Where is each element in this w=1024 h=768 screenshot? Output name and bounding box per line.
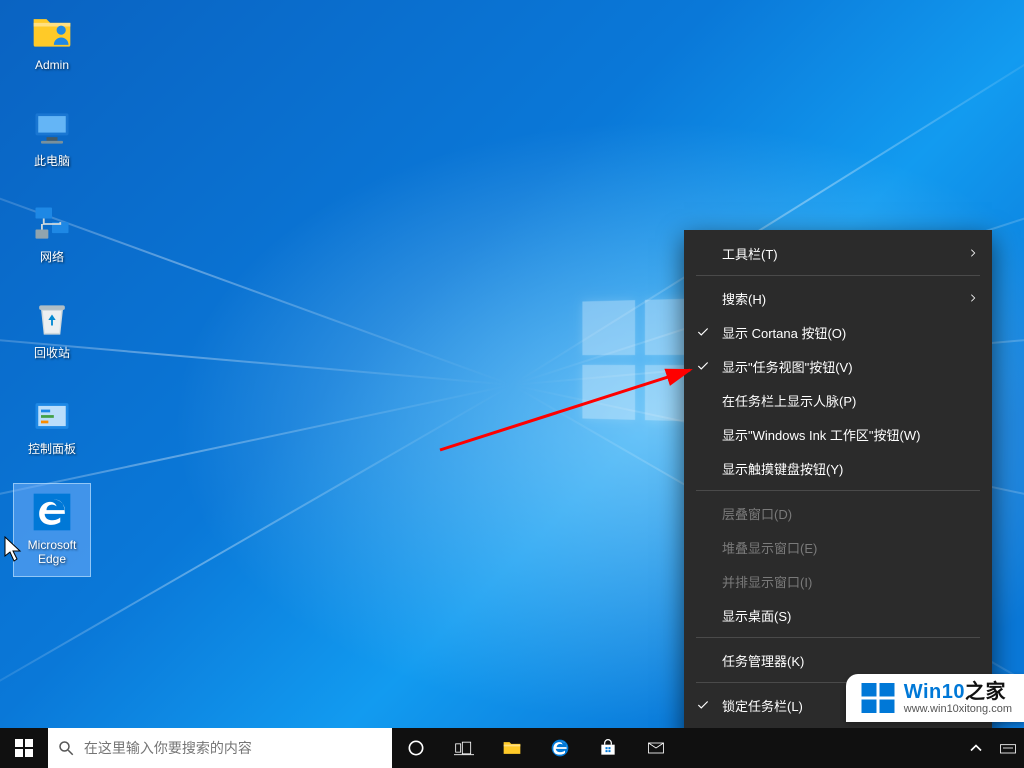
chevron-up-icon (966, 738, 986, 758)
menu-item-label: 任务管理器(K) (722, 651, 804, 670)
desktop-icon-recycle-bin[interactable]: 回收站 (14, 292, 90, 384)
menu-item-toolbars[interactable]: 工具栏(T) (684, 236, 992, 270)
menu-item-label: 显示"Windows Ink 工作区"按钮(W) (722, 425, 920, 444)
menu-item-label: 显示 Cortana 按钮(O) (722, 323, 846, 342)
tray-input-indicator[interactable] (992, 728, 1024, 768)
menu-separator (696, 275, 980, 276)
menu-item-show-touch-kb[interactable]: 显示触摸键盘按钮(Y) (684, 451, 992, 485)
desktop[interactable]: Admin 此电脑 网络 回收站 控制面板 (0, 0, 1024, 768)
desktop-icon-label: Microsoft Edge (14, 538, 90, 566)
menu-item-search[interactable]: 搜索(H) (684, 281, 992, 315)
desktop-icon-label: Admin (35, 58, 69, 72)
menu-item-label: 搜索(H) (722, 289, 766, 308)
menu-item-task-manager[interactable]: 任务管理器(K) (684, 643, 992, 677)
network-icon (28, 200, 76, 248)
desktop-icon-microsoft-edge[interactable]: Microsoft Edge (14, 484, 90, 576)
check-icon (696, 698, 710, 712)
control-panel-icon (28, 392, 76, 440)
menu-separator (696, 490, 980, 491)
desktop-icon-label: 此电脑 (34, 154, 70, 168)
site-watermark: Win10之家 www.win10xitong.com (846, 674, 1024, 722)
desktop-icon-admin[interactable]: Admin (14, 4, 90, 96)
taskbar-search-box[interactable] (48, 728, 392, 768)
menu-item-show-people[interactable]: 在任务栏上显示人脉(P) (684, 383, 992, 417)
keyboard-icon (998, 738, 1018, 758)
menu-item-label: 锁定任务栏(L) (722, 696, 803, 715)
store-icon (598, 738, 618, 758)
menu-item-show-task-view[interactable]: 显示"任务视图"按钮(V) (684, 349, 992, 383)
microsoft-store-button[interactable] (584, 728, 632, 768)
taskbar (0, 728, 1024, 768)
this-pc-icon (28, 104, 76, 152)
menu-item-show-ink[interactable]: 显示"Windows Ink 工作区"按钮(W) (684, 417, 992, 451)
menu-item-label: 在任务栏上显示人脉(P) (722, 391, 856, 410)
cortana-button[interactable] (392, 728, 440, 768)
desktop-icons: Admin 此电脑 网络 回收站 控制面板 (14, 4, 90, 580)
menu-item-side-by-side: 并排显示窗口(I) (684, 564, 992, 598)
menu-item-label: 显示"任务视图"按钮(V) (722, 357, 853, 376)
windows-start-icon (15, 739, 33, 757)
menu-item-label: 堆叠显示窗口(E) (722, 538, 817, 557)
menu-item-label: 层叠窗口(D) (722, 504, 792, 523)
desktop-icon-label: 回收站 (34, 346, 70, 360)
edge-taskbar-button[interactable] (536, 728, 584, 768)
desktop-icon-network[interactable]: 网络 (14, 196, 90, 288)
cortana-icon (406, 738, 426, 758)
menu-item-show-cortana[interactable]: 显示 Cortana 按钮(O) (684, 315, 992, 349)
brand-win10: Win10 (904, 681, 965, 703)
menu-item-label: 工具栏(T) (722, 244, 778, 263)
menu-item-stack: 堆叠显示窗口(E) (684, 530, 992, 564)
menu-item-label: 显示触摸键盘按钮(Y) (722, 459, 843, 478)
menu-item-show-desktop[interactable]: 显示桌面(S) (684, 598, 992, 632)
check-icon (696, 359, 710, 373)
task-view-icon (454, 738, 474, 758)
check-icon (696, 325, 710, 339)
menu-separator (696, 637, 980, 638)
chevron-right-icon (968, 293, 978, 303)
search-icon (48, 739, 84, 757)
menu-item-cascade: 层叠窗口(D) (684, 496, 992, 530)
desktop-icon-label: 网络 (40, 250, 64, 264)
desktop-icon-this-pc[interactable]: 此电脑 (14, 100, 90, 192)
system-tray (960, 728, 1024, 768)
tray-overflow-button[interactable] (960, 728, 992, 768)
brand-url: www.win10xitong.com (904, 703, 1012, 715)
edge-icon (28, 488, 76, 536)
chevron-right-icon (968, 248, 978, 258)
folder-user-icon (28, 8, 76, 56)
windows-logo-icon (860, 680, 896, 716)
mail-icon (646, 738, 666, 758)
search-input[interactable] (84, 740, 392, 756)
recycle-bin-icon (28, 296, 76, 344)
desktop-icon-control-panel[interactable]: 控制面板 (14, 388, 90, 480)
menu-item-label: 显示桌面(S) (722, 606, 791, 625)
edge-icon (550, 738, 570, 758)
file-explorer-button[interactable] (488, 728, 536, 768)
folder-icon (502, 738, 522, 758)
brand-suffix: 之家 (965, 681, 1006, 703)
task-view-button[interactable] (440, 728, 488, 768)
desktop-icon-label: 控制面板 (28, 442, 76, 456)
start-button[interactable] (0, 728, 48, 768)
mail-button[interactable] (632, 728, 680, 768)
menu-item-label: 并排显示窗口(I) (722, 572, 812, 591)
